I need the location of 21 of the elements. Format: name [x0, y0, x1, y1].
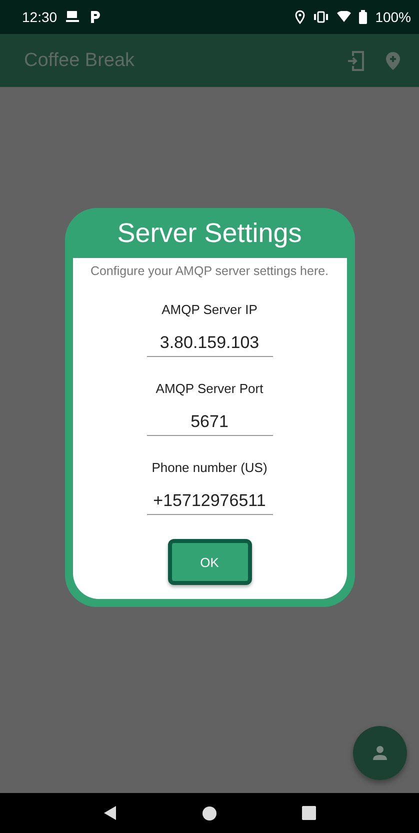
dialog-description: Configure your AMQP server settings here. — [90, 264, 329, 278]
home-icon[interactable] — [202, 806, 217, 820]
status-time: 12:30 — [22, 9, 58, 25]
field-label: AMQP Server IP — [162, 302, 258, 317]
wifi-icon — [337, 11, 352, 23]
app-title: Coffee Break — [24, 50, 136, 72]
dialog-title: Server Settings — [116, 216, 303, 250]
vibrate-icon — [313, 11, 330, 23]
person-icon[interactable] — [353, 726, 407, 780]
field-label: AMQP Server Port — [156, 381, 264, 396]
back-icon[interactable] — [102, 805, 117, 821]
location-icon — [295, 10, 306, 24]
battery-icon — [359, 10, 368, 24]
battery-percent: 100% — [375, 9, 411, 25]
recents-icon[interactable] — [302, 806, 316, 820]
parking-icon — [89, 10, 102, 24]
input-field[interactable]: 5671 — [146, 410, 272, 436]
input-field[interactable]: 3.80.159.103 — [146, 331, 272, 357]
coffee-icon — [65, 10, 82, 24]
input-field[interactable]: +15712976511 — [146, 489, 272, 515]
field-label: Phone number (US) — [152, 460, 268, 475]
